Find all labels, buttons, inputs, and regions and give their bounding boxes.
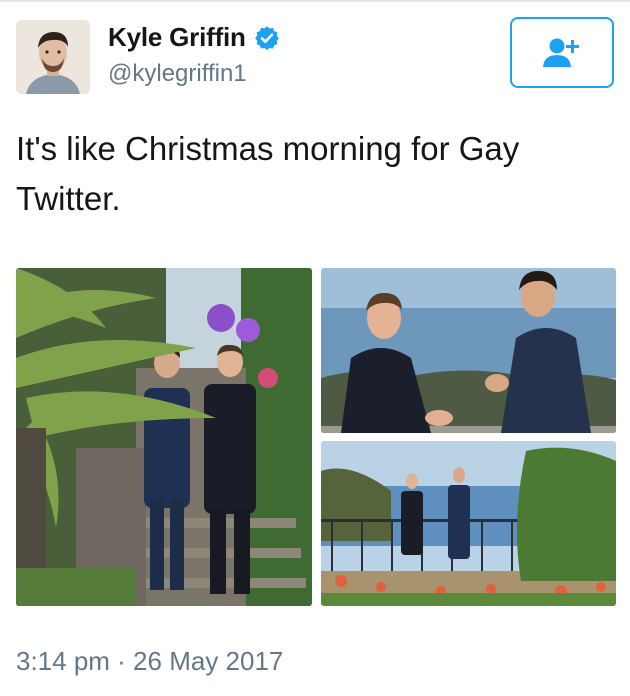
- tweet-timestamp[interactable]: 3:14 pm · 26 May 2017: [16, 646, 283, 677]
- author-display-name[interactable]: Kyle Griffin: [108, 22, 246, 53]
- tweet-photo-3[interactable]: [321, 441, 616, 606]
- tweet-photo-2[interactable]: [321, 268, 616, 433]
- tweet-photo-1[interactable]: [16, 268, 312, 606]
- photo-terrace-view: [321, 441, 616, 606]
- verified-badge-icon: [254, 25, 279, 50]
- author-avatar[interactable]: [16, 20, 90, 94]
- avatar-image: [16, 20, 90, 94]
- author-handle[interactable]: @kylegriffin1: [108, 60, 247, 88]
- top-divider: [0, 0, 630, 2]
- photo-garden-steps: [16, 268, 312, 606]
- add-user-icon: [543, 38, 579, 67]
- tweet-text: It's like Christmas morning for Gay Twit…: [16, 130, 520, 217]
- follow-button[interactable]: [510, 17, 614, 88]
- author-name-row[interactable]: Kyle Griffin: [108, 22, 280, 53]
- photo-seaside-conversation: [321, 268, 616, 433]
